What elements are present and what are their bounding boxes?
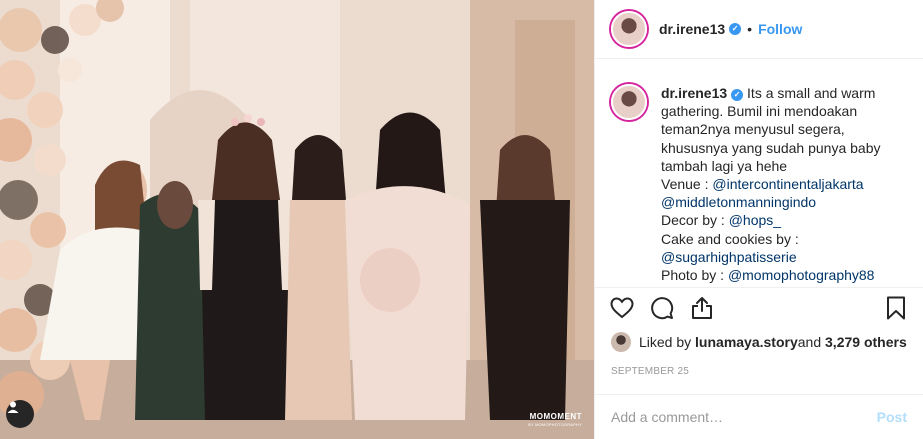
- caption-line-5: tambah lagi ya hehe: [661, 157, 788, 174]
- add-comment-bar: Post: [595, 394, 923, 439]
- follow-button[interactable]: Follow: [758, 21, 802, 37]
- cake-line: @sugarhighpatisserie: [661, 248, 907, 266]
- mention-link[interactable]: @momophotography88: [728, 267, 875, 283]
- user-tag-button[interactable]: [6, 400, 34, 428]
- share-icon: [692, 296, 712, 319]
- user-tag-icon: [7, 401, 19, 413]
- mention-link[interactable]: @hops_: [729, 212, 781, 228]
- watermark-sub: BY MOMOPHOTOGRAPHY: [528, 422, 582, 427]
- heart-icon: [610, 296, 634, 318]
- watermark-main: MOMOMENT: [529, 412, 582, 421]
- mention-link[interactable]: @sugarhighpatisserie: [661, 249, 797, 265]
- like-button[interactable]: [609, 295, 635, 321]
- caption-comment: dr.irene13 ✓ Its a small and warm gatheri…: [611, 84, 907, 284]
- mention-link[interactable]: @intercontinentaljakarta: [712, 176, 863, 192]
- caption-line-3: teman2nya menyusul segera,: [661, 121, 845, 138]
- photo-label: Photo by :: [661, 267, 728, 284]
- decor-label: Decor by :: [661, 212, 729, 229]
- likes-count[interactable]: 3,279 others: [825, 334, 907, 350]
- liker-username[interactable]: lunamaya.story: [695, 334, 798, 350]
- comments-section[interactable]: dr.irene13 ✓ Its a small and warm gatheri…: [595, 60, 923, 286]
- venue-label: Venue :: [661, 176, 713, 193]
- venue-line-2: @middletonmanningindo: [661, 193, 907, 211]
- decor-line: Decor by : @hops_: [661, 211, 907, 229]
- post-comment-button[interactable]: Post: [877, 409, 907, 425]
- verified-badge-icon: ✓: [731, 89, 744, 101]
- post-date[interactable]: SEPTEMBER 25: [611, 366, 689, 377]
- caption-username[interactable]: dr.irene13: [661, 85, 727, 101]
- author-avatar[interactable]: [611, 11, 647, 47]
- action-bar: [595, 287, 923, 327]
- comment-icon: [651, 296, 674, 319]
- likes-prefix: Liked by: [639, 334, 692, 350]
- comment-button[interactable]: [649, 295, 675, 321]
- share-button[interactable]: [689, 295, 715, 321]
- liker-avatar[interactable]: [611, 332, 631, 352]
- cake-label: Cake and cookies by :: [661, 230, 799, 247]
- header-separator: •: [747, 21, 753, 37]
- bookmark-icon: [887, 296, 905, 319]
- post-side-panel: dr.irene13 ✓ • Follow dr.irene13 ✓ Its a …: [594, 0, 923, 439]
- caption-text: dr.irene13 ✓ Its a small and warm gatheri…: [661, 84, 907, 284]
- mention-link[interactable]: @middletonmanningindo: [661, 194, 816, 210]
- header-username[interactable]: dr.irene13: [659, 21, 725, 37]
- save-button[interactable]: [883, 295, 909, 321]
- caption-avatar[interactable]: [611, 84, 647, 120]
- post-photo[interactable]: MOMOMENT BY MOMOPHOTOGRAPHY: [0, 0, 594, 439]
- party-scene-illustration: [0, 0, 594, 439]
- caption-line-2: gathering. Bumil ini mendoakan: [661, 103, 858, 120]
- photo-line: Photo by : @momophotography88: [661, 266, 907, 284]
- post-header: dr.irene13 ✓ • Follow: [595, 0, 923, 59]
- caption-line-1: Its a small and warm: [747, 85, 876, 101]
- photo-watermark: MOMOMENT BY MOMOPHOTOGRAPHY: [528, 413, 582, 429]
- likes-summary: Liked by lunamaya.story and 3,279 others: [611, 332, 913, 352]
- comment-input[interactable]: [611, 409, 877, 425]
- likes-middle: and: [797, 334, 822, 350]
- caption-line-4: khususnya yang sudah punya baby: [661, 139, 881, 156]
- verified-badge-icon: ✓: [729, 23, 742, 35]
- venue-line: Venue : @intercontinentaljakarta: [661, 175, 907, 193]
